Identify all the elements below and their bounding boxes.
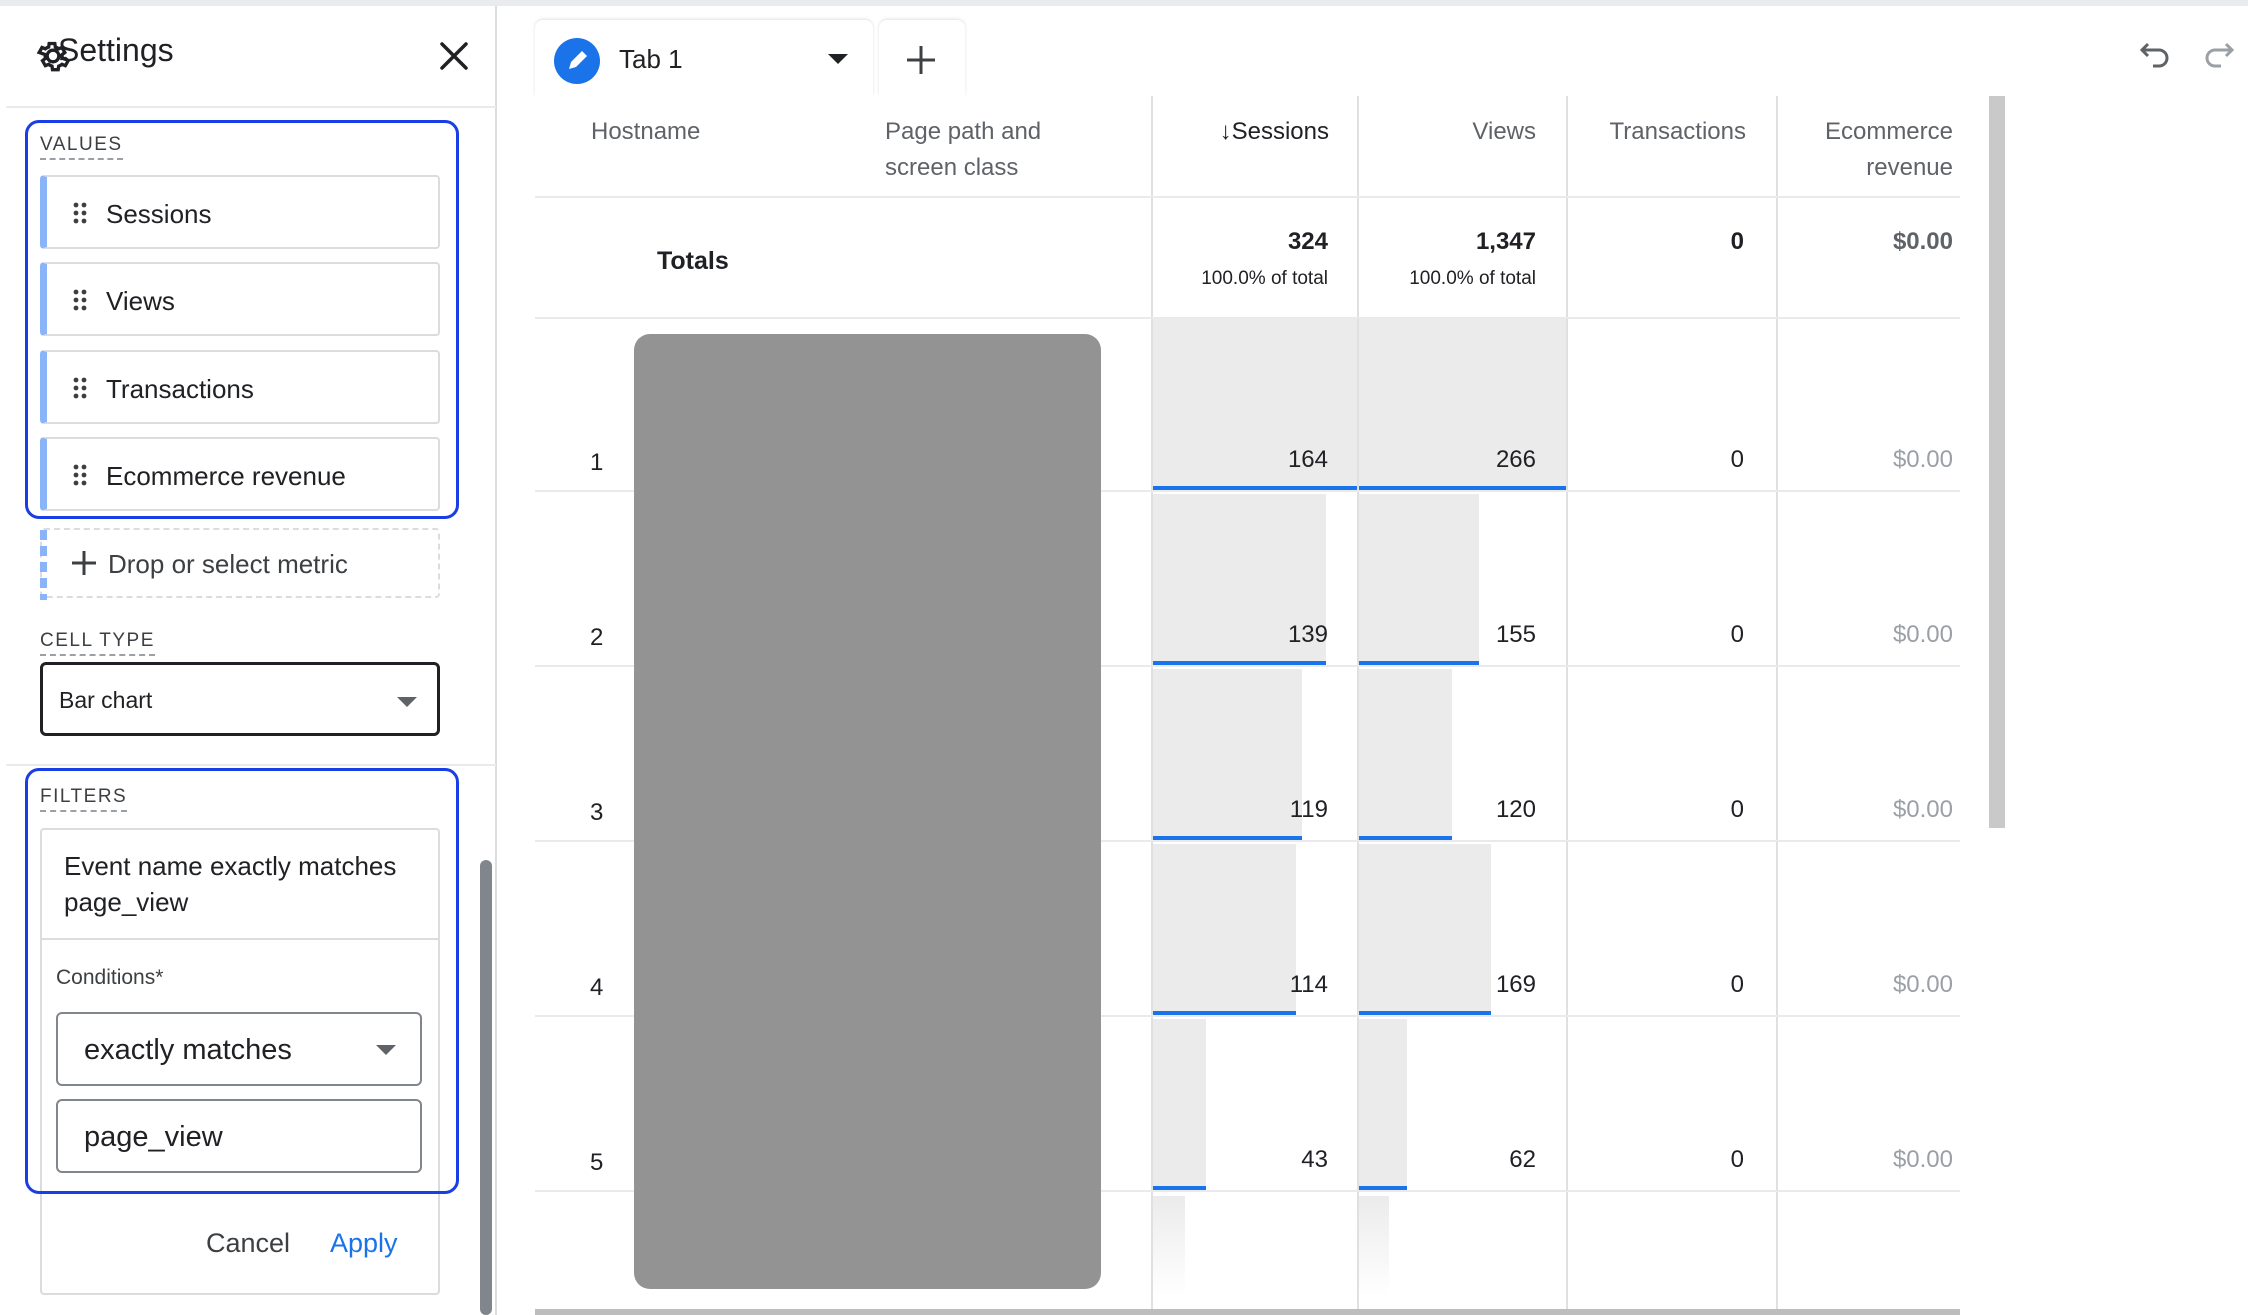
pencil-icon [554, 38, 600, 84]
settings-title: Settings [58, 32, 174, 68]
totals-revenue: $0.00 [1892, 228, 1953, 255]
metric-chip-label: Ecommerce revenue [106, 461, 346, 491]
column-divider [1776, 96, 1778, 1309]
column-divider [1566, 96, 1568, 1309]
panel-scrollbar[interactable] [480, 860, 492, 1315]
cell-type-select[interactable]: Bar chart [40, 662, 440, 736]
add-tab-button[interactable] [879, 20, 965, 96]
drag-handle-icon[interactable] [72, 201, 88, 225]
table-vertical-scrollbar[interactable] [1989, 96, 2005, 828]
close-icon[interactable] [434, 36, 474, 76]
apply-button[interactable]: Apply [330, 1228, 398, 1259]
redacted-block [634, 334, 1101, 1289]
sort-descending-icon: ↓ [1219, 118, 1232, 145]
totals-sessions-pct: 100.0% of total [1201, 268, 1328, 289]
drag-handle-icon[interactable] [72, 376, 88, 400]
row-divider [535, 196, 1960, 198]
totals-views-pct: 100.0% of total [1409, 268, 1536, 289]
row-rank: 5 [590, 1149, 604, 1176]
row-revenue: $0.00 [1892, 796, 1953, 823]
header-sessions-label: Sessions [1231, 118, 1329, 145]
screen: Settings VALUES Sessions Views Transacti… [0, 0, 2248, 1315]
header-transactions[interactable]: Transactions [1590, 114, 1747, 150]
row-sessions: 164 [1287, 446, 1328, 473]
divider [6, 106, 496, 108]
table-horizontal-scrollbar[interactable] [535, 1309, 1960, 1315]
metric-chip-views[interactable]: Views [40, 262, 440, 336]
metric-chip-label: Transactions [106, 374, 254, 404]
metric-chip-sessions[interactable]: Sessions [40, 175, 440, 249]
header-sessions[interactable]: ↓Sessions [1200, 114, 1329, 150]
row-transactions: 0 [1730, 796, 1744, 823]
redo-icon[interactable] [2200, 36, 2236, 72]
drop-metric-zone[interactable]: Drop or select metric [40, 528, 440, 600]
totals-views: 1,347 [1475, 228, 1536, 255]
drop-metric-label: Drop or select metric [108, 549, 348, 579]
row-fade [1359, 1196, 1389, 1296]
header-ecommerce-revenue[interactable]: Ecommerce revenue [1805, 114, 1953, 186]
drop-zone-indicator [40, 530, 47, 600]
plus-icon [72, 551, 96, 575]
header-views[interactable]: Views [1400, 114, 1536, 150]
row-rank: 2 [590, 624, 604, 651]
row-rank: 1 [590, 449, 604, 476]
row-sessions: 119 [1289, 796, 1328, 823]
row-revenue: $0.00 [1892, 446, 1953, 473]
filters-highlight [25, 768, 459, 1194]
row-views: 155 [1495, 621, 1536, 648]
row-views: 120 [1495, 796, 1536, 823]
row-revenue: $0.00 [1892, 1146, 1953, 1173]
row-sessions: 43 [1301, 1146, 1328, 1173]
divider [6, 764, 496, 766]
chevron-down-icon [397, 697, 417, 707]
drag-handle-icon[interactable] [72, 463, 88, 487]
metric-chip-ecommerce-revenue[interactable]: Ecommerce revenue [40, 437, 440, 511]
row-sessions: 114 [1289, 971, 1328, 998]
header-page-path[interactable]: Page path and screen class [885, 114, 1075, 186]
filters-section-label: FILTERS [40, 786, 128, 812]
row-transactions: 0 [1730, 1146, 1744, 1173]
chevron-down-icon[interactable] [828, 54, 848, 64]
row-views: 169 [1495, 971, 1536, 998]
row-views: 62 [1509, 1146, 1536, 1173]
row-revenue: $0.00 [1892, 971, 1953, 998]
drag-handle-icon[interactable] [72, 288, 88, 312]
cell-type-label: CELL TYPE [40, 630, 155, 656]
row-fade [1153, 1196, 1185, 1296]
metric-chip-transactions[interactable]: Transactions [40, 350, 440, 424]
totals-transactions: 0 [1730, 228, 1744, 255]
totals-sessions: 324 [1287, 228, 1328, 255]
row-sessions: 139 [1287, 621, 1328, 648]
metric-chip-label: Views [106, 286, 175, 316]
undo-icon[interactable] [2138, 36, 2174, 72]
row-transactions: 0 [1730, 446, 1744, 473]
tab-label: Tab 1 [619, 44, 683, 74]
totals-label: Totals [657, 247, 729, 275]
metric-chip-label: Sessions [106, 199, 212, 229]
plus-icon [907, 46, 935, 74]
row-rank: 4 [590, 974, 604, 1001]
cancel-button[interactable]: Cancel [206, 1228, 290, 1259]
header-hostname[interactable]: Hostname [591, 114, 700, 150]
row-transactions: 0 [1730, 971, 1744, 998]
row-rank: 3 [590, 799, 604, 826]
values-section-label: VALUES [40, 134, 123, 160]
row-revenue: $0.00 [1892, 621, 1953, 648]
row-transactions: 0 [1730, 621, 1744, 648]
row-views: 266 [1495, 446, 1536, 473]
tab-1[interactable]: Tab 1 [535, 20, 873, 96]
cell-type-value: Bar chart [59, 687, 153, 713]
